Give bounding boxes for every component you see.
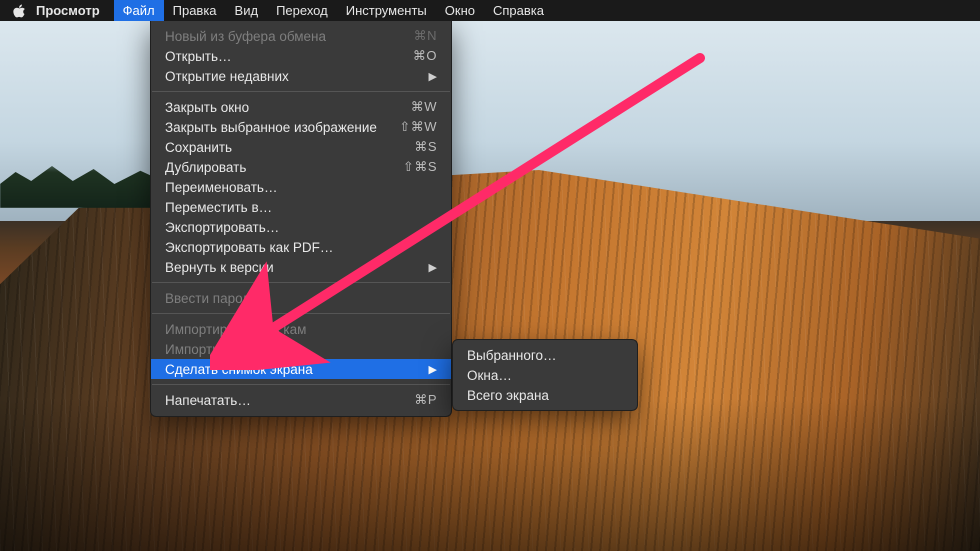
menu-item-label: Переместить в…: [165, 200, 272, 215]
menu-item[interactable]: Вернуть к версии ▶: [151, 257, 451, 277]
file-menu-dropdown: Новый из буфера обмена⌘NОткрыть…⌘OОткрыт…: [150, 21, 452, 417]
menu-item[interactable]: Экспортировать…: [151, 217, 451, 237]
menu-separator: [152, 313, 450, 314]
menu-item[interactable]: Сделать снимок экрана ▶: [151, 359, 451, 379]
menu-item-label: Сделать снимок экрана: [165, 362, 313, 377]
menu-вид[interactable]: Вид: [226, 0, 268, 21]
menu-item-label: Открыть…: [165, 49, 232, 64]
menu-item-shortcut: ⇧⌘W: [399, 119, 437, 135]
submenu-item[interactable]: Окна…: [453, 365, 637, 385]
submenu-item[interactable]: Всего экрана: [453, 385, 637, 405]
menu-item-shortcut: ⇧⌘S: [403, 159, 437, 175]
desktop: Просмотр ФайлПравкаВидПереходИнструменты…: [0, 0, 980, 551]
menu-item-shortcut: ⌘P: [414, 392, 437, 408]
menu-item-label: Экспортировать как PDF…: [165, 240, 333, 255]
menu-файл[interactable]: Файл: [114, 0, 164, 21]
menu-item-shortcut: ⌘O: [413, 48, 437, 64]
menu-item[interactable]: Дублировать ⇧⌘S: [151, 157, 451, 177]
screenshot-submenu: Выбранного…Окна…Всего экрана: [452, 339, 638, 411]
menu-item-label: Ввести пароль…: [165, 291, 271, 306]
menu-item-shortcut: ⌘N: [414, 28, 437, 44]
menu-окно[interactable]: Окно: [436, 0, 484, 21]
menu-item: Новый из буфера обмена ⌘N: [151, 26, 451, 46]
chevron-right-icon: ▶: [429, 363, 437, 376]
menu-item-label: Экспортировать…: [165, 220, 279, 235]
menu-separator: [152, 91, 450, 92]
menu-item[interactable]: Закрыть окно ⌘W: [151, 97, 451, 117]
menu-справка[interactable]: Справка: [484, 0, 553, 21]
menu-переход[interactable]: Переход: [267, 0, 337, 21]
menu-item[interactable]: Открыть… ⌘O: [151, 46, 451, 66]
menu-item-label: Сохранить: [165, 140, 232, 155]
menu-item[interactable]: Экспортировать как PDF…: [151, 237, 451, 257]
menu-инструменты[interactable]: Инструменты: [337, 0, 436, 21]
chevron-right-icon: ▶: [429, 70, 437, 83]
menu-item-label: Новый из буфера обмена: [165, 29, 326, 44]
menu-item-label: Открытие недавних: [165, 69, 289, 84]
menu-item-shortcut: ⌘W: [411, 99, 437, 115]
menu-item-label: Переименовать…: [165, 180, 277, 195]
menu-item[interactable]: Напечатать… ⌘P: [151, 390, 451, 410]
menu-bar: Просмотр ФайлПравкаВидПереходИнструменты…: [0, 0, 980, 21]
menu-item-label: Закрыть окно: [165, 100, 249, 115]
menu-item[interactable]: Переместить в…: [151, 197, 451, 217]
chevron-right-icon: ▶: [429, 261, 437, 274]
menu-item[interactable]: Сохранить ⌘S: [151, 137, 451, 157]
menu-item[interactable]: Переименовать…: [151, 177, 451, 197]
menu-item: Импортировать из кам: [151, 319, 451, 339]
menu-правка[interactable]: Правка: [164, 0, 226, 21]
menu-item: Импортировать со ска: [151, 339, 451, 359]
menu-item[interactable]: Закрыть выбранное изображение ⇧⌘W: [151, 117, 451, 137]
menu-item-label: Дублировать: [165, 160, 246, 175]
apple-menu-icon[interactable]: [10, 4, 28, 18]
app-name[interactable]: Просмотр: [36, 3, 100, 18]
menu-item-label: Импортировать со ска: [165, 342, 305, 357]
menu-item[interactable]: Открытие недавних ▶: [151, 66, 451, 86]
submenu-item[interactable]: Выбранного…: [453, 345, 637, 365]
menu-item-label: Импортировать из кам: [165, 322, 306, 337]
menu-item-label: Напечатать…: [165, 393, 251, 408]
menu-item-shortcut: ⌘S: [414, 139, 437, 155]
menu-separator: [152, 282, 450, 283]
menu-item: Ввести пароль…: [151, 288, 451, 308]
menu-item-label: Вернуть к версии: [165, 260, 274, 275]
menu-item-label: Закрыть выбранное изображение: [165, 120, 377, 135]
menu-separator: [152, 384, 450, 385]
